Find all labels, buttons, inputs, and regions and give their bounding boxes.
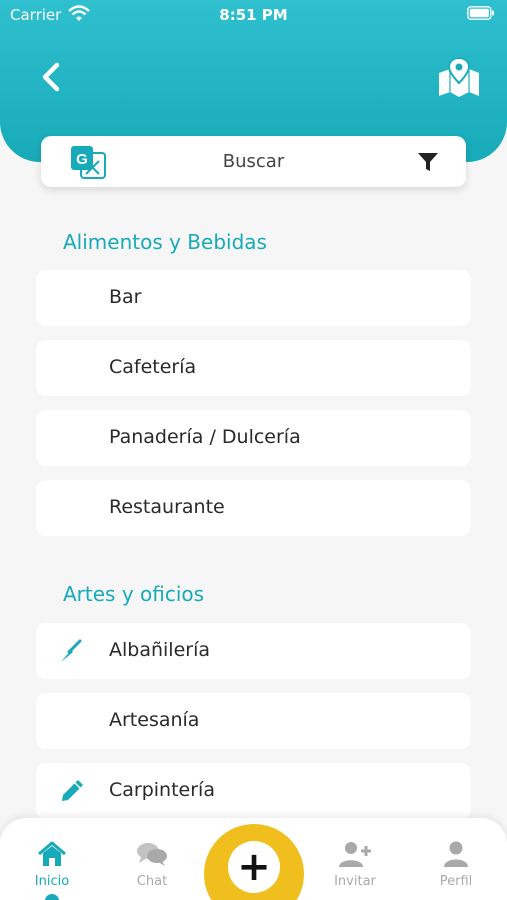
status-bar: Carrier 8:51 PM xyxy=(0,0,507,30)
chat-icon xyxy=(137,843,167,866)
section-title: Alimentos y Bebidas xyxy=(63,230,267,254)
user-icon xyxy=(444,841,468,867)
nav-label: Invitar xyxy=(334,874,376,889)
nav-invitar[interactable]: Invitar xyxy=(315,840,395,889)
map-icon[interactable] xyxy=(436,56,482,98)
status-time: 8:51 PM xyxy=(219,6,288,24)
filter-icon[interactable] xyxy=(416,150,440,174)
category-artesania[interactable]: Artesanía xyxy=(36,693,471,749)
category-panaderia[interactable]: Panadería / Dulcería xyxy=(36,410,471,466)
category-label: Cafetería xyxy=(109,356,197,378)
category-carpinteria[interactable]: Carpintería xyxy=(36,763,471,819)
battery-icon xyxy=(467,6,494,20)
trowel-icon xyxy=(61,639,82,662)
category-label: Albañilería xyxy=(109,639,211,661)
category-label: Carpintería xyxy=(109,779,215,801)
active-indicator xyxy=(45,894,59,900)
nav-label: Perfil xyxy=(439,874,473,889)
nav-perfil[interactable]: Perfil xyxy=(416,840,496,889)
add-user-icon xyxy=(339,842,371,867)
plus-icon: + xyxy=(228,841,280,893)
category-label: Panadería / Dulcería xyxy=(109,426,301,448)
category-restaurante[interactable]: Restaurante xyxy=(36,480,471,536)
nav-chat[interactable]: Chat xyxy=(112,840,192,889)
nav-label: Inicio xyxy=(34,874,70,889)
search-label: Buscar xyxy=(222,151,285,172)
category-label: Bar xyxy=(109,286,142,308)
category-cafeteria[interactable]: Cafetería xyxy=(36,340,471,396)
nav-inicio[interactable]: Inicio xyxy=(12,840,92,889)
home-icon xyxy=(38,841,66,866)
back-button[interactable] xyxy=(36,60,68,94)
category-albanileria[interactable]: Albañilería xyxy=(36,623,471,679)
search-bar[interactable]: G Buscar xyxy=(41,136,466,187)
section-title: Artes y oficios xyxy=(63,582,205,606)
category-label: Artesanía xyxy=(109,709,200,731)
pencil-icon xyxy=(62,780,83,801)
category-bar[interactable]: Bar xyxy=(36,270,471,326)
nav-label: Chat xyxy=(136,874,168,889)
category-label: Restaurante xyxy=(109,496,225,518)
